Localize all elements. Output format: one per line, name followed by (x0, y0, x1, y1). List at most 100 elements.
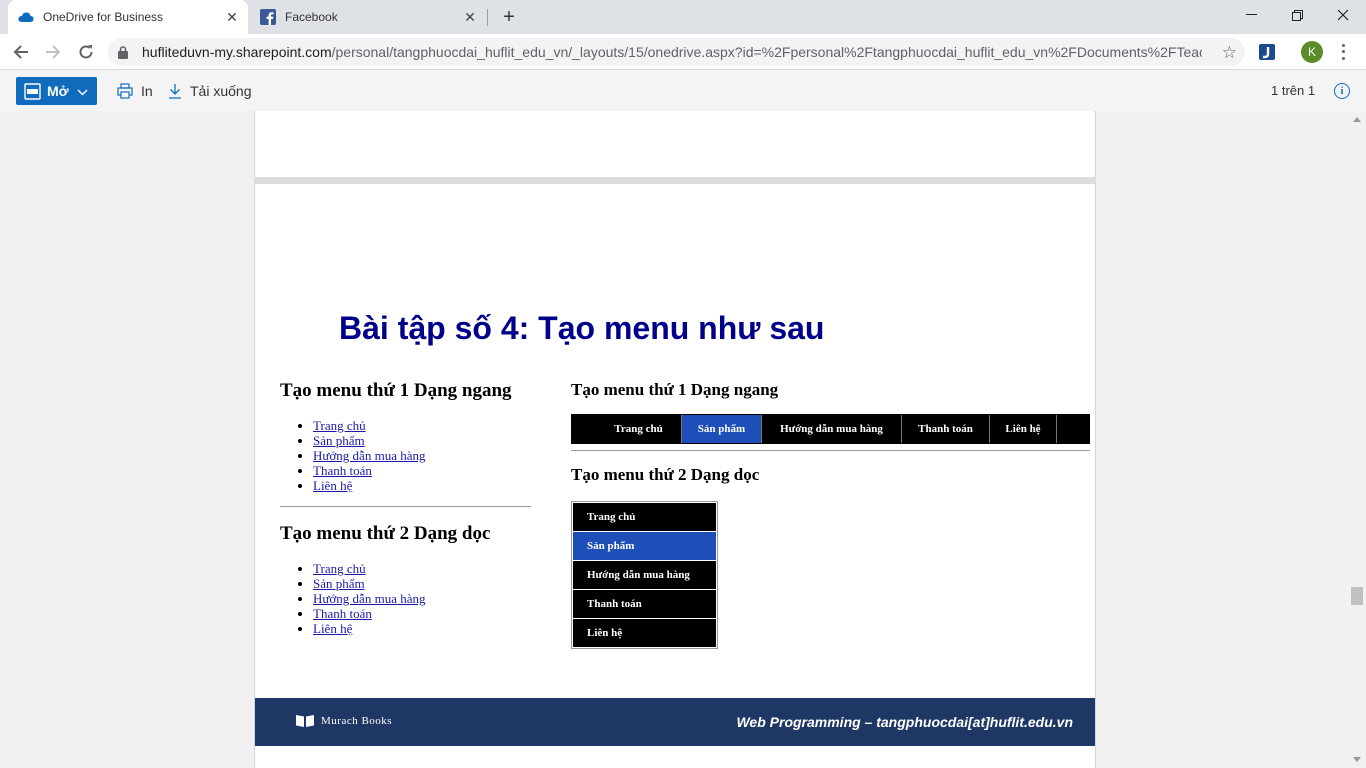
book-icon (295, 714, 315, 728)
slide-footer: Murach Books Web Programming – tangphuoc… (255, 698, 1095, 746)
vmenu-item-huong-dan[interactable]: Hướng dẫn mua hàng (573, 561, 716, 589)
hmenu-item-san-pham[interactable]: Sản phẩm (682, 415, 762, 443)
right-column: Tạo menu thứ 1 Dạng ngang Trang chủ Sản … (571, 380, 1091, 649)
pdf-file-icon (24, 82, 41, 100)
list-item: Trang chủ (313, 418, 532, 433)
info-icon[interactable]: i (1334, 83, 1350, 99)
list-link[interactable]: Thanh toán (313, 463, 372, 478)
back-button[interactable] (8, 39, 34, 65)
back-arrow-icon (13, 45, 28, 59)
vmenu-item-trang-chu[interactable]: Trang chủ (573, 503, 716, 531)
print-label: In (141, 83, 153, 99)
scroll-up-arrow-icon[interactable] (1353, 117, 1361, 122)
restore-button[interactable] (1274, 0, 1320, 30)
list-link[interactable]: Hướng dẫn mua hàng (313, 591, 425, 606)
vmenu-item-san-pham[interactable]: Sản phẩm (573, 532, 716, 560)
list-item: Liên hệ (313, 621, 532, 636)
list-item: Thanh toán (313, 606, 532, 621)
list-item: Sản phẩm (313, 576, 532, 591)
url-path: /personal/tangphuocdai_huflit_edu_vn/_la… (331, 44, 1202, 60)
list-link[interactable]: Trang chủ (313, 561, 366, 576)
download-label: Tải xuống (190, 83, 252, 99)
reload-button[interactable] (73, 39, 99, 65)
list-item: Trang chủ (313, 561, 532, 576)
lock-icon (118, 45, 132, 59)
close-window-button[interactable] (1320, 0, 1366, 30)
forward-arrow-icon (46, 45, 61, 59)
open-button[interactable]: Mở (16, 77, 97, 105)
tab-onedrive[interactable]: OneDrive for Business ✕ (8, 0, 248, 34)
list-link[interactable]: Hướng dẫn mua hàng (313, 448, 425, 463)
facebook-icon (260, 9, 276, 25)
previous-page-bottom (254, 111, 1096, 177)
list-link[interactable]: Liên hệ (313, 621, 352, 636)
page-separator (254, 177, 1096, 184)
list-link[interactable]: Sản phẩm (313, 433, 365, 448)
list-link[interactable]: Sản phẩm (313, 576, 365, 591)
open-label: Mở (47, 83, 69, 99)
hmenu-item-huong-dan[interactable]: Hướng dẫn mua hàng (762, 415, 902, 443)
pdf-page: Bài tập số 4: Tạo menu như sau Tạo menu … (254, 184, 1096, 768)
list-item: Hướng dẫn mua hàng (313, 591, 532, 606)
vmenu-item-lien-he[interactable]: Liên hệ (573, 619, 716, 647)
list-item: Liên hệ (313, 478, 532, 493)
new-tab-button[interactable]: + (498, 6, 520, 28)
forward-button[interactable] (40, 39, 66, 65)
vertical-menu: Trang chủ Sản phẩm Hướng dẫn mua hàng Th… (571, 501, 718, 649)
bookmark-star-icon[interactable]: ☆ (1222, 43, 1237, 63)
left-heading-vertical: Tạo menu thứ 2 Dạng dọc (280, 523, 491, 544)
pdf-viewer-toolbar: Mở In Tải xuống 1 trên 1 i (0, 71, 1366, 111)
browser-menu-icon[interactable] (1338, 42, 1348, 62)
address-bar[interactable]: hufliteduvn-my.sharepoint.com/personal/t… (108, 38, 1245, 66)
download-icon (168, 83, 182, 99)
url-text: hufliteduvn-my.sharepoint.com/personal/t… (142, 44, 1202, 60)
list-link[interactable]: Thanh toán (313, 606, 372, 621)
murach-brand: Murach Books (321, 715, 393, 727)
profile-avatar[interactable]: K (1301, 41, 1323, 63)
onedrive-cloud-icon (18, 9, 34, 25)
minimize-button[interactable] (1228, 0, 1274, 30)
left-list-horizontal: Trang chủ Sản phẩm Hướng dẫn mua hàng Th… (313, 418, 532, 493)
browser-toolbar: hufliteduvn-my.sharepoint.com/personal/t… (0, 34, 1366, 70)
left-list-vertical: Trang chủ Sản phẩm Hướng dẫn mua hàng Th… (313, 561, 532, 636)
list-link[interactable]: Liên hệ (313, 478, 352, 493)
list-item: Thanh toán (313, 463, 532, 478)
horizontal-menu: Trang chủ Sản phẩm Hướng dẫn mua hàng Th… (571, 414, 1090, 444)
hmenu-item-thanh-toan[interactable]: Thanh toán (902, 415, 990, 443)
close-tab-icon[interactable]: ✕ (460, 7, 480, 27)
print-button[interactable]: In (117, 77, 153, 105)
close-tab-icon[interactable]: ✕ (222, 7, 242, 27)
slide-title: Bài tập số 4: Tạo menu như sau (339, 310, 825, 346)
tab-facebook[interactable]: Facebook ✕ (250, 0, 486, 34)
right-heading-horizontal: Tạo menu thứ 1 Dạng ngang (571, 380, 779, 399)
browser-tab-bar: OneDrive for Business ✕ Facebook ✕ + (0, 0, 1366, 34)
scroll-thumb[interactable] (1351, 587, 1363, 605)
murach-logo: Murach Books (295, 714, 392, 728)
right-divider (571, 450, 1090, 451)
extension-icon[interactable] (1257, 42, 1277, 62)
hmenu-item-lien-he[interactable]: Liên hệ (990, 415, 1057, 443)
vertical-scrollbar[interactable] (1348, 111, 1366, 768)
left-divider (280, 506, 531, 507)
footer-text: Web Programming – tangphuocdai[at]huflit… (736, 714, 1073, 730)
right-heading-vertical: Tạo menu thứ 2 Dạng dọc (571, 465, 760, 484)
tab-title: Facebook (285, 10, 338, 24)
chevron-down-icon (77, 83, 88, 99)
pdf-document-area: Bài tập số 4: Tạo menu như sau Tạo menu … (0, 111, 1348, 768)
reload-icon (79, 45, 93, 59)
download-button[interactable]: Tải xuống (168, 77, 251, 105)
url-domain: hufliteduvn-my.sharepoint.com (142, 44, 332, 60)
tab-title: OneDrive for Business (43, 10, 164, 24)
scroll-down-arrow-icon[interactable] (1353, 757, 1361, 762)
restore-icon (1291, 9, 1303, 21)
left-column: Tạo menu thứ 1 Dạng ngang Trang chủ Sản … (280, 380, 532, 636)
hmenu-item-trang-chu[interactable]: Trang chủ (572, 415, 682, 443)
printer-icon (117, 83, 133, 99)
minimize-icon (1245, 14, 1257, 15)
list-item: Hướng dẫn mua hàng (313, 448, 532, 463)
vmenu-item-thanh-toan[interactable]: Thanh toán (573, 590, 716, 618)
tab-separator (487, 9, 488, 26)
list-item: Sản phẩm (313, 433, 532, 448)
left-heading-horizontal: Tạo menu thứ 1 Dạng ngang (280, 380, 512, 401)
list-link[interactable]: Trang chủ (313, 418, 366, 433)
